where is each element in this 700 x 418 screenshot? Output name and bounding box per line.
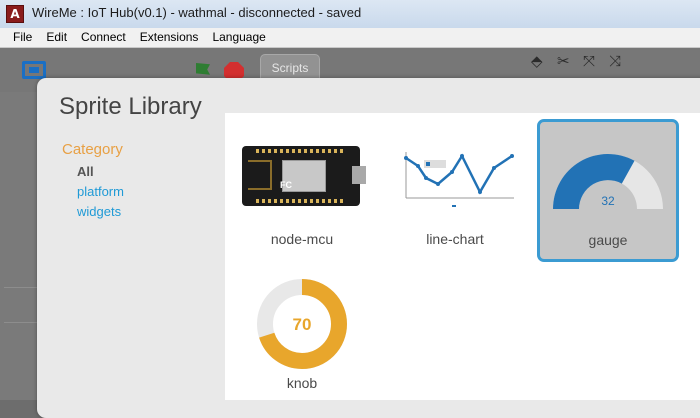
menu-extensions[interactable]: Extensions bbox=[133, 28, 206, 47]
grow-icon[interactable]: ⤧ bbox=[583, 54, 595, 69]
window-title: WireMe : IoT Hub(v0.1) - wathmal - disco… bbox=[32, 5, 362, 20]
category-all[interactable]: All bbox=[77, 164, 94, 179]
category-widgets[interactable]: widgets bbox=[77, 204, 121, 219]
sprite-label: node-mcu bbox=[270, 231, 334, 247]
sprite-label: line-chart bbox=[426, 231, 484, 247]
sprite-pane-background bbox=[0, 92, 40, 400]
stage-size-icon[interactable] bbox=[22, 61, 46, 79]
node-mcu-thumbnail: FC bbox=[242, 146, 366, 206]
sprite-label: knob bbox=[286, 375, 318, 391]
tab-scripts[interactable]: Scripts bbox=[260, 54, 320, 80]
menu-bar: File Edit Connect Extensions Language bbox=[0, 28, 700, 48]
scissors-icon[interactable]: ✂ bbox=[557, 54, 570, 69]
knob-thumbnail: 70 bbox=[257, 279, 347, 369]
dialog-title: Sprite Library bbox=[59, 93, 202, 120]
menu-file[interactable]: File bbox=[0, 28, 39, 47]
category-platform[interactable]: platform bbox=[77, 184, 124, 199]
stamp-icon[interactable]: ⬘ bbox=[531, 54, 543, 69]
menu-language[interactable]: Language bbox=[205, 28, 272, 47]
app-icon: A bbox=[6, 5, 24, 23]
window-titlebar: A WireMe : IoT Hub(v0.1) - wathmal - dis… bbox=[0, 0, 700, 29]
line-chart-thumbnail bbox=[404, 152, 514, 207]
menu-edit[interactable]: Edit bbox=[39, 28, 74, 47]
sprite-label: gauge bbox=[588, 232, 628, 248]
knob-value: 70 bbox=[293, 315, 312, 334]
menu-connect[interactable]: Connect bbox=[74, 28, 133, 47]
gauge-thumbnail: 32 bbox=[553, 153, 663, 209]
gauge-value: 32 bbox=[601, 194, 615, 208]
shrink-icon[interactable]: ⤨ bbox=[609, 54, 621, 69]
category-heading: Category bbox=[62, 141, 123, 158]
